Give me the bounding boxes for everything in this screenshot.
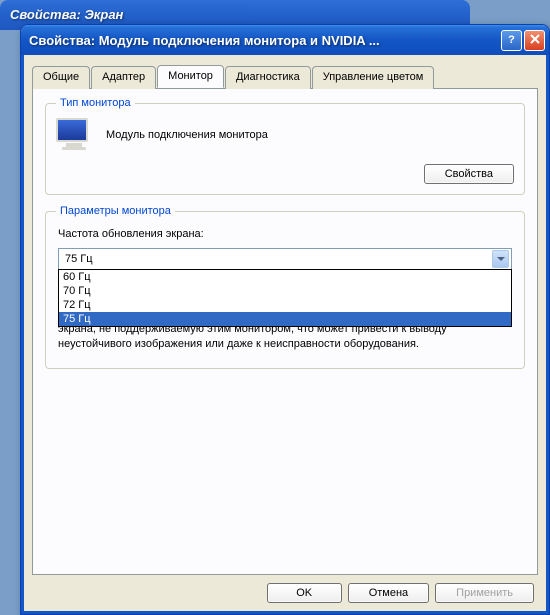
refresh-option-60[interactable]: 60 Гц — [59, 270, 511, 284]
tab-monitor[interactable]: Монитор — [157, 65, 224, 88]
apply-button[interactable]: Применить — [435, 583, 534, 603]
help-button[interactable]: ? — [501, 30, 522, 51]
monitor-type-group: Тип монитора Модуль подключения монитора… — [45, 103, 525, 195]
monitor-params-title: Параметры монитора — [56, 205, 175, 217]
monitor-icon — [56, 118, 92, 152]
tab-content-monitor: Тип монитора Модуль подключения монитора… — [32, 88, 538, 575]
close-icon — [530, 34, 540, 47]
monitor-name: Модуль подключения монитора — [106, 129, 268, 141]
dialog-buttons: OK Отмена Применить — [32, 575, 538, 603]
titlebar[interactable]: Свойства: Модуль подключения монитора и … — [21, 25, 549, 55]
window-title: Свойства: Модуль подключения монитора и … — [29, 33, 501, 48]
tab-color-management[interactable]: Управление цветом — [312, 66, 435, 89]
close-button[interactable] — [524, 30, 545, 51]
refresh-rate-dropdown-list: 60 Гц 70 Гц 72 Гц 75 Гц — [58, 269, 512, 327]
refresh-option-72[interactable]: 72 Гц — [59, 298, 511, 312]
monitor-params-group: Параметры монитора Частота обновления эк… — [45, 211, 525, 369]
properties-dialog: Свойства: Модуль подключения монитора и … — [20, 24, 550, 615]
refresh-option-70[interactable]: 70 Гц — [59, 284, 511, 298]
chevron-down-icon — [492, 250, 509, 268]
refresh-rate-label: Частота обновления экрана: — [58, 228, 512, 240]
monitor-properties-button[interactable]: Свойства — [424, 164, 514, 184]
ok-button[interactable]: OK — [267, 583, 342, 603]
refresh-rate-selected: 75 Гц — [65, 253, 492, 265]
tab-diagnostics[interactable]: Диагностика — [225, 66, 311, 89]
tab-general[interactable]: Общие — [32, 66, 90, 89]
cancel-button[interactable]: Отмена — [348, 583, 429, 603]
tab-strip: Общие Адаптер Монитор Диагностика Управл… — [32, 65, 538, 88]
refresh-rate-combo[interactable]: 75 Гц 60 Гц 70 Гц 72 Гц 75 Гц — [58, 248, 512, 270]
help-icon: ? — [508, 34, 515, 46]
tab-adapter[interactable]: Адаптер — [91, 66, 156, 89]
monitor-type-title: Тип монитора — [56, 97, 135, 109]
refresh-option-75[interactable]: 75 Гц — [59, 312, 511, 326]
